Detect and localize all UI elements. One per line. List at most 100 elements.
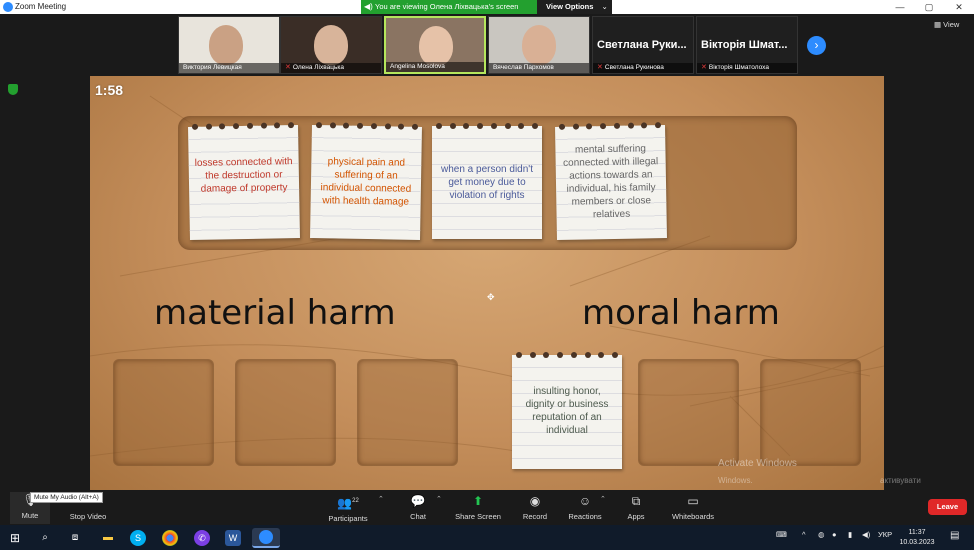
file-explorer-icon[interactable]: ▬ <box>98 528 118 548</box>
share-screen-icon: ⬆ <box>472 494 484 508</box>
view-options-label: View Options <box>546 2 594 11</box>
keyboard-icon[interactable]: ⌨ <box>776 530 787 539</box>
activate-windows-subtext: Windows. <box>718 476 753 485</box>
task-view-icon[interactable]: ⧈ <box>65 528 85 548</box>
tray-app-icon[interactable]: ◍ <box>818 530 825 539</box>
apps-grid-icon: ⧉ <box>631 494 641 508</box>
leave-meeting-button[interactable]: Leave <box>928 499 967 515</box>
search-icon[interactable]: ⌕ <box>35 528 55 548</box>
participants-caret-icon[interactable]: ⌃ <box>378 495 384 503</box>
record-button[interactable]: ◉ Record <box>517 493 553 521</box>
muted-mic-icon: ✕ <box>597 64 603 71</box>
chevron-down-icon: ⌄ <box>601 2 608 11</box>
card-text: when a person didn't get money due to vi… <box>441 164 533 201</box>
maximize-button[interactable]: ▢ <box>914 0 944 14</box>
draggable-card[interactable]: losses connected with the destruction or… <box>188 122 300 240</box>
reactions-caret-icon[interactable]: ⌃ <box>600 495 606 503</box>
participant-face <box>314 25 348 65</box>
viewing-notice: ◀) You are viewing Олена Ліхвацька's scr… <box>361 0 537 14</box>
muted-mic-icon: ✕ <box>285 64 291 71</box>
grid-icon: ▦ <box>934 20 944 29</box>
share-screen-button[interactable]: ⬆ Share Screen <box>451 493 505 521</box>
draggable-card[interactable]: physical pain and suffering of an indivi… <box>310 122 422 240</box>
zoom-taskbar-icon[interactable] <box>252 528 280 548</box>
card-text: physical pain and suffering of an indivi… <box>320 156 412 208</box>
card-text: insulting honor, dignity or business rep… <box>525 386 609 436</box>
windows-taskbar: ⊞ ⌕ ⧈ ▬ S ✆ W ⌨ ^ ◍ ● ▮ ◀) УКР 11:37 10.… <box>0 525 974 550</box>
participant-name-tile[interactable]: Вікторія Шмат... ✕ Вікторія Шматолоха <box>696 16 798 74</box>
participants-button[interactable]: 👥22 Participants <box>323 493 373 523</box>
participant-face <box>522 25 556 65</box>
volume-icon[interactable]: ◀) <box>862 530 870 539</box>
close-button[interactable]: ✕ <box>944 0 974 14</box>
screen-share-banner: ◀) You are viewing Олена Ліхвацька's scr… <box>361 0 612 14</box>
window-title: Zoom Meeting <box>15 2 67 11</box>
participant-name-tile[interactable]: Светлана Руки... ✕ Светлана Рукинова <box>592 16 694 74</box>
minimize-button[interactable]: — <box>885 0 915 14</box>
drop-slot[interactable] <box>113 359 214 466</box>
zoom-app-icon <box>3 2 13 12</box>
show-hidden-icons[interactable]: ^ <box>802 530 806 539</box>
participant-name: ✕ Вікторія Шматолоха <box>697 63 797 73</box>
participant-video-tile[interactable]: Виктория Левицкая <box>178 16 280 74</box>
category-heading-moral-harm: moral harm <box>582 293 780 333</box>
mute-tooltip: Mute My Audio (Alt+A) <box>30 492 103 503</box>
battery-icon[interactable]: ▮ <box>848 530 852 539</box>
participant-video-tile-active-speaker[interactable]: Angelina Mosolova <box>384 16 486 74</box>
tray-app-icon[interactable]: ● <box>832 530 837 539</box>
participant-name: ✕ Светлана Рукинова <box>593 63 693 73</box>
record-icon: ◉ <box>529 494 541 508</box>
card-text: losses connected with the destruction or… <box>194 156 293 195</box>
viewing-notice-text: You are viewing Олена Ліхвацька's screen <box>375 2 519 11</box>
card-text: mental suffering connected with illegal … <box>563 143 659 221</box>
view-layout-button[interactable]: ▦ View <box>934 20 959 29</box>
participant-name: Виктория Левицкая <box>179 63 279 73</box>
share-caret-icon[interactable]: ⌃ <box>436 495 442 503</box>
apps-button[interactable]: ⧉ Apps <box>620 493 652 521</box>
word-icon[interactable]: W <box>225 530 241 546</box>
draggable-card[interactable]: mental suffering connected with illegal … <box>555 122 667 240</box>
reactions-button[interactable]: ☺ Reactions <box>565 493 605 521</box>
whiteboard-icon: ▭ <box>687 494 699 508</box>
countdown-timer: 1:58 <box>95 82 124 98</box>
shared-screen: 1:58 losses connected with the destructi… <box>90 76 884 490</box>
activate-windows-subtext-ua: активувати <box>880 476 921 485</box>
drop-slot[interactable] <box>638 359 739 466</box>
chat-button[interactable]: 💬 Chat <box>400 493 436 521</box>
participant-display-name: Вікторія Шмат... <box>701 39 788 51</box>
placed-card[interactable]: insulting honor, dignity or business rep… <box>512 352 622 469</box>
muted-mic-icon: ✕ <box>701 64 707 71</box>
chat-bubble-icon: 💬 <box>410 494 426 508</box>
notifications-icon[interactable]: ▤ <box>950 530 959 541</box>
participant-video-tile[interactable]: ✕ Олена Ліхвацька <box>280 16 382 74</box>
category-heading-material-harm: material harm <box>154 293 396 333</box>
draggable-card[interactable]: when a person didn't get money due to vi… <box>432 123 542 239</box>
speaker-icon: ◀) <box>364 2 373 11</box>
meeting-toolbar: 🎙 Mute Stop Video 👥22 Participants ⌃ 💬 C… <box>0 490 974 525</box>
mouse-cursor-icon: ✥ <box>487 292 495 302</box>
participant-face <box>419 26 453 66</box>
drop-slot[interactable] <box>760 359 861 466</box>
activate-windows-watermark: Activate Windows <box>718 458 797 469</box>
clock-time: 11:37 <box>908 529 926 536</box>
whiteboards-button[interactable]: ▭ Whiteboards <box>667 493 719 521</box>
participant-name: Вячеслав Пархомов <box>489 63 589 73</box>
emoji-icon: ☺ <box>578 494 592 508</box>
participant-video-tile[interactable]: Вячеслав Пархомов <box>488 16 590 74</box>
windows-start-icon[interactable]: ⊞ <box>5 528 25 548</box>
security-shield-icon[interactable] <box>8 84 18 95</box>
viber-icon[interactable]: ✆ <box>194 530 210 546</box>
participant-face <box>209 25 243 65</box>
participant-display-name: Светлана Руки... <box>597 39 687 51</box>
participants-icon: 👥22 <box>337 496 359 510</box>
system-clock[interactable]: 11:37 10.03.2023 <box>897 528 937 548</box>
participant-name: ✕ Олена Ліхвацька <box>281 63 381 73</box>
view-options-button[interactable]: View Options ⌄ <box>537 0 612 14</box>
skype-icon[interactable]: S <box>130 530 146 546</box>
drop-slot[interactable] <box>357 359 458 466</box>
next-page-arrow-icon[interactable]: › <box>807 36 826 55</box>
chrome-icon[interactable] <box>162 530 178 546</box>
drop-slot[interactable] <box>235 359 336 466</box>
clock-date: 10.03.2023 <box>899 539 935 546</box>
input-language[interactable]: УКР <box>878 530 892 539</box>
